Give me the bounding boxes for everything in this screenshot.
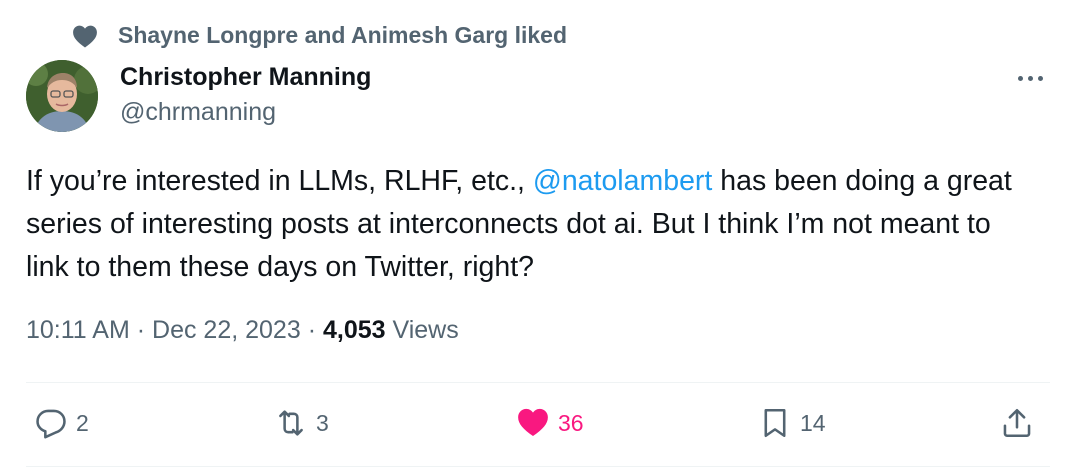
bookmark-count: 14 [800, 409, 826, 436]
meta-separator: · [307, 316, 317, 344]
like-icon [518, 408, 548, 437]
retweet-button[interactable]: 3 [274, 406, 329, 440]
reply-icon [36, 409, 66, 439]
tweet-text-before: If you’re interested in LLMs, RLHF, etc.… [26, 165, 533, 197]
share-button[interactable] [1000, 406, 1034, 440]
mention-link[interactable]: @natolambert [533, 165, 712, 197]
divider [26, 382, 1050, 383]
social-context: Shayne Longpre and Animesh Garg liked [72, 22, 567, 49]
tweet-date[interactable]: Dec 22, 2023 [152, 316, 301, 344]
retweet-count: 3 [316, 409, 329, 436]
like-button[interactable]: 36 [516, 406, 584, 440]
author-name[interactable]: Christopher Manning [120, 63, 371, 92]
divider [26, 466, 1050, 467]
reply-count: 2 [76, 409, 89, 436]
like-count: 36 [558, 409, 584, 436]
views-count: 4,053 [322, 316, 386, 344]
tweet-meta: 10:11 AM · Dec 22, 2023 · 4,053 Views [26, 316, 459, 345]
author-handle[interactable]: @chrmanning [120, 98, 276, 127]
meta-separator: · [136, 316, 146, 344]
more-button[interactable] [1012, 64, 1048, 92]
share-icon [1003, 408, 1031, 438]
tweet-time[interactable]: 10:11 AM [26, 316, 130, 344]
tweet-text: If you’re interested in LLMs, RLHF, etc.… [26, 160, 1036, 289]
heart-icon [73, 25, 97, 47]
avatar[interactable] [26, 60, 98, 132]
social-context-text[interactable]: Shayne Longpre and Animesh Garg liked [118, 22, 567, 49]
bookmark-button[interactable]: 14 [758, 406, 826, 440]
retweet-icon [279, 410, 303, 436]
views-label: Views [392, 316, 459, 344]
more-icon [1017, 75, 1023, 81]
bookmark-icon [764, 408, 786, 438]
reply-button[interactable]: 2 [34, 406, 89, 440]
